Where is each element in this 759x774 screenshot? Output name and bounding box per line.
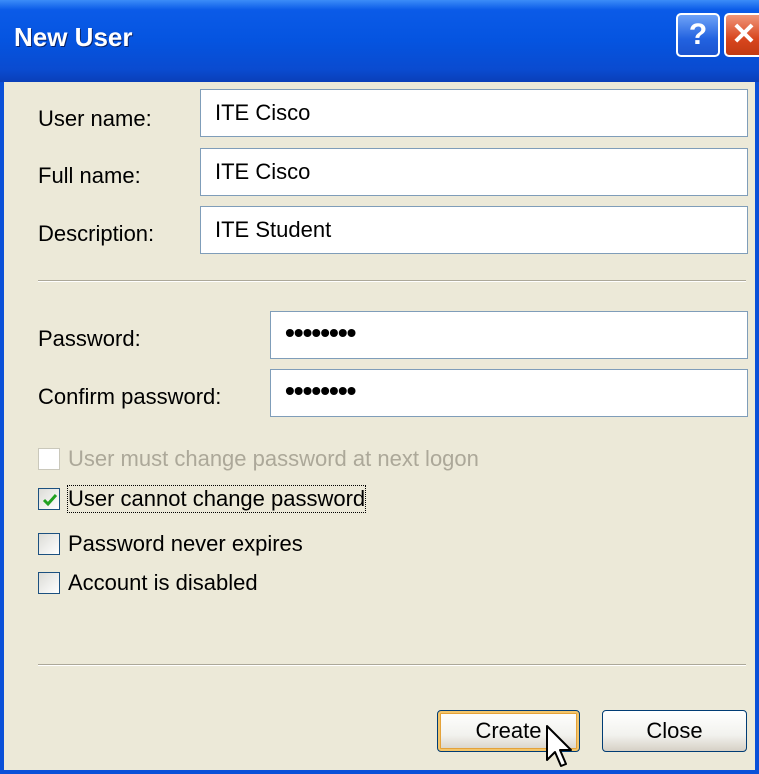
user-name-label: User name: [38, 106, 152, 131]
new-user-dialog: New User ? ✕ User name: ITE Cisco Full n… [0, 0, 759, 774]
close-window-button[interactable]: ✕ [724, 13, 759, 57]
full-name-field[interactable]: ITE Cisco [200, 148, 748, 196]
checkmark-icon [42, 494, 58, 507]
description-field[interactable]: ITE Student [200, 206, 748, 254]
dialog-title: New User [14, 22, 133, 52]
password-field[interactable]: •••••••• [270, 311, 748, 359]
full-name-label: Full name: [38, 163, 141, 188]
account-disabled-label: Account is disabled [68, 570, 258, 595]
separator [38, 664, 746, 666]
confirm-password-label: Confirm password: [38, 384, 222, 409]
close-button[interactable]: Close [602, 710, 747, 752]
title-bar[interactable]: New User ? ✕ [0, 0, 759, 82]
confirm-password-field[interactable]: •••••••• [270, 369, 748, 417]
help-button[interactable]: ? [676, 13, 720, 57]
description-label: Description: [38, 221, 155, 246]
cannot-change-password-label: User cannot change password [66, 485, 367, 513]
separator [38, 280, 746, 282]
account-disabled-checkbox[interactable] [38, 572, 60, 594]
close-icon: ✕ [731, 18, 757, 51]
must-change-password-checkbox[interactable] [38, 448, 60, 470]
user-name-field[interactable]: ITE Cisco [200, 89, 748, 137]
help-icon: ? [688, 18, 708, 51]
password-label: Password: [38, 326, 141, 351]
mouse-pointer-icon [546, 725, 572, 767]
cannot-change-password-checkbox[interactable] [38, 488, 60, 510]
must-change-password-label: User must change password at next logon [68, 446, 479, 471]
password-never-expires-label: Password never expires [68, 531, 303, 556]
password-never-expires-checkbox[interactable] [38, 533, 60, 555]
